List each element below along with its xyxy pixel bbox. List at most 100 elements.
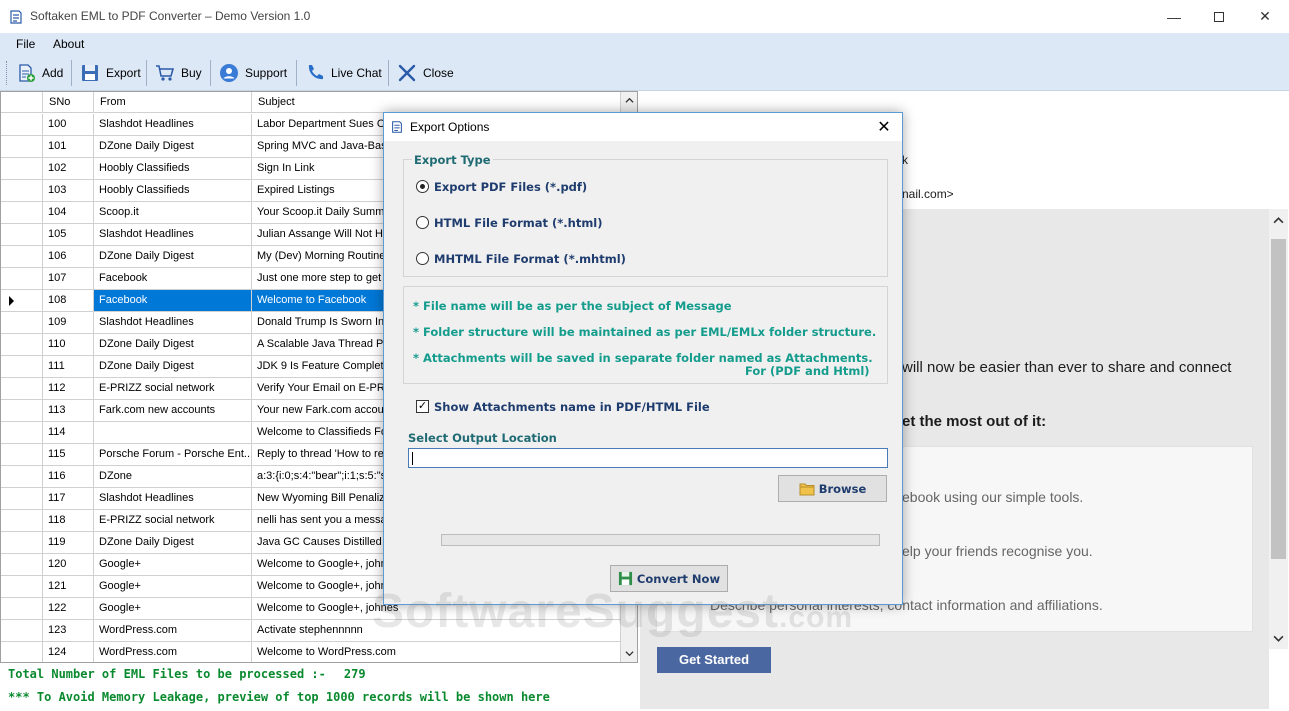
menu-file[interactable]: File [16, 37, 35, 51]
watermark-suffix: .com [779, 601, 854, 634]
sno-cell: 109 [43, 312, 94, 333]
sno-cell: 124 [43, 642, 94, 662]
export-button[interactable]: Export [76, 58, 145, 88]
buy-button[interactable]: Buy [151, 58, 206, 88]
radio-html[interactable] [416, 216, 429, 229]
scroll-up-icon[interactable] [1273, 215, 1284, 226]
add-button[interactable]: Add [12, 58, 67, 88]
show-attachments-option[interactable]: ✓ Show Attachments name in PDF/HTML File [416, 399, 736, 417]
from-cell: DZone Daily Digest [94, 532, 252, 553]
from-cell: Google+ [94, 554, 252, 575]
current-row-arrow-icon [9, 296, 14, 306]
column-header-subject[interactable]: Subject [252, 92, 621, 113]
column-header-sno[interactable]: SNo [43, 92, 94, 113]
floppy-disk-icon [82, 65, 98, 81]
row-selector-cell [1, 180, 43, 201]
support-button[interactable]: Support [215, 58, 291, 88]
radio-mhtml[interactable] [416, 252, 429, 265]
toolbar-separator [146, 60, 147, 86]
note-attachments: * Attachments will be saved in separate … [413, 351, 873, 365]
watermark-text: SoftwareSuggest [372, 585, 780, 638]
preview-scroll-thumb[interactable] [1271, 239, 1286, 559]
from-cell: Google+ [94, 598, 252, 619]
row-selector-cell [1, 466, 43, 487]
row-selector-cell [1, 576, 43, 597]
row-selector-cell [1, 554, 43, 575]
sno-cell: 117 [43, 488, 94, 509]
close-button[interactable]: Close [393, 58, 458, 88]
sno-cell: 115 [43, 444, 94, 465]
shopping-cart-icon [156, 65, 174, 81]
row-selector-cell [1, 510, 43, 531]
preview-scrollbar[interactable] [1269, 209, 1288, 649]
live-chat-button[interactable]: Live Chat [301, 58, 386, 88]
toolbar-grip[interactable] [6, 61, 9, 85]
option-html[interactable]: HTML File Format (*.html) [416, 215, 716, 233]
row-selector-cell [1, 378, 43, 399]
note-for-pdf-html: For (PDF and Html) [745, 364, 870, 378]
sno-cell: 104 [43, 202, 94, 223]
export-label: Export [106, 66, 141, 80]
maximize-icon [1214, 11, 1224, 22]
window-close-button[interactable]: ✕ [1242, 0, 1288, 33]
sno-cell: 114 [43, 422, 94, 443]
add-label: Add [42, 66, 64, 80]
from-cell: Google+ [94, 576, 252, 597]
menu-about[interactable]: About [53, 37, 84, 51]
row-selector-cell [1, 114, 43, 135]
sno-cell: 121 [43, 576, 94, 597]
live-chat-label: Live Chat [331, 66, 382, 80]
sno-cell: 103 [43, 180, 94, 201]
window-title: Softaken EML to PDF Converter – Demo Ver… [30, 9, 311, 23]
show-attachments-label: Show Attachments name in PDF/HTML File [434, 400, 710, 414]
scroll-up-icon[interactable] [625, 96, 634, 105]
note-filename: * File name will be as per the subject o… [413, 299, 732, 313]
preview-text: elp your friends recognise you. [902, 543, 1093, 559]
note-folder: * Folder structure will be maintained as… [413, 325, 877, 339]
row-selector-cell [1, 202, 43, 223]
browse-button[interactable]: Browse [778, 475, 887, 502]
close-icon: ✕ [1259, 8, 1271, 24]
from-cell: DZone [94, 466, 252, 487]
sno-cell: 123 [43, 620, 94, 641]
sno-cell: 112 [43, 378, 94, 399]
row-selector-cell [1, 532, 43, 553]
from-cell: Hoobly Classifieds [94, 180, 252, 201]
option-pdf[interactable]: Export PDF Files (*.pdf) [416, 179, 716, 197]
sno-cell: 107 [43, 268, 94, 289]
from-cell: Fark.com new accounts [94, 400, 252, 421]
sno-cell: 116 [43, 466, 94, 487]
radio-pdf[interactable] [416, 180, 429, 193]
from-cell: WordPress.com [94, 620, 252, 641]
sno-cell: 119 [43, 532, 94, 553]
output-location-input[interactable] [408, 448, 888, 468]
option-mhtml[interactable]: MHTML File Format (*.mhtml) [416, 251, 716, 269]
maximize-button[interactable] [1196, 0, 1242, 33]
minimize-button[interactable]: — [1151, 0, 1197, 33]
sno-cell: 120 [43, 554, 94, 575]
preview-text: will now be easier than ever to share an… [902, 359, 1232, 376]
dialog-close-button[interactable]: ✕ [874, 117, 894, 137]
sno-cell: 122 [43, 598, 94, 619]
row-selector-cell [1, 312, 43, 333]
preview-heading: et the most out of it: [902, 413, 1047, 430]
row-selector-cell [1, 290, 43, 311]
sno-cell: 101 [43, 136, 94, 157]
row-selector-cell [1, 400, 43, 421]
table-row[interactable]: 124 WordPress.com Welcome to WordPress.com [1, 642, 621, 662]
app-logo-icon [392, 121, 402, 133]
scroll-down-icon[interactable] [625, 649, 634, 658]
get-started-button[interactable]: Get Started [657, 647, 771, 673]
conversion-progress-bar [441, 534, 880, 546]
text-caret [412, 452, 413, 465]
menu-bar: File About [0, 33, 1289, 55]
support-user-icon [220, 64, 238, 82]
close-label: Close [423, 66, 454, 80]
toolbar-separator [296, 60, 297, 86]
browse-label: Browse [818, 481, 867, 496]
row-selector-cell [1, 224, 43, 245]
minimize-icon: — [1167, 8, 1181, 25]
show-attachments-checkbox[interactable]: ✓ [416, 400, 429, 413]
scroll-down-icon[interactable] [1273, 633, 1284, 644]
column-header-from[interactable]: From [94, 92, 252, 113]
